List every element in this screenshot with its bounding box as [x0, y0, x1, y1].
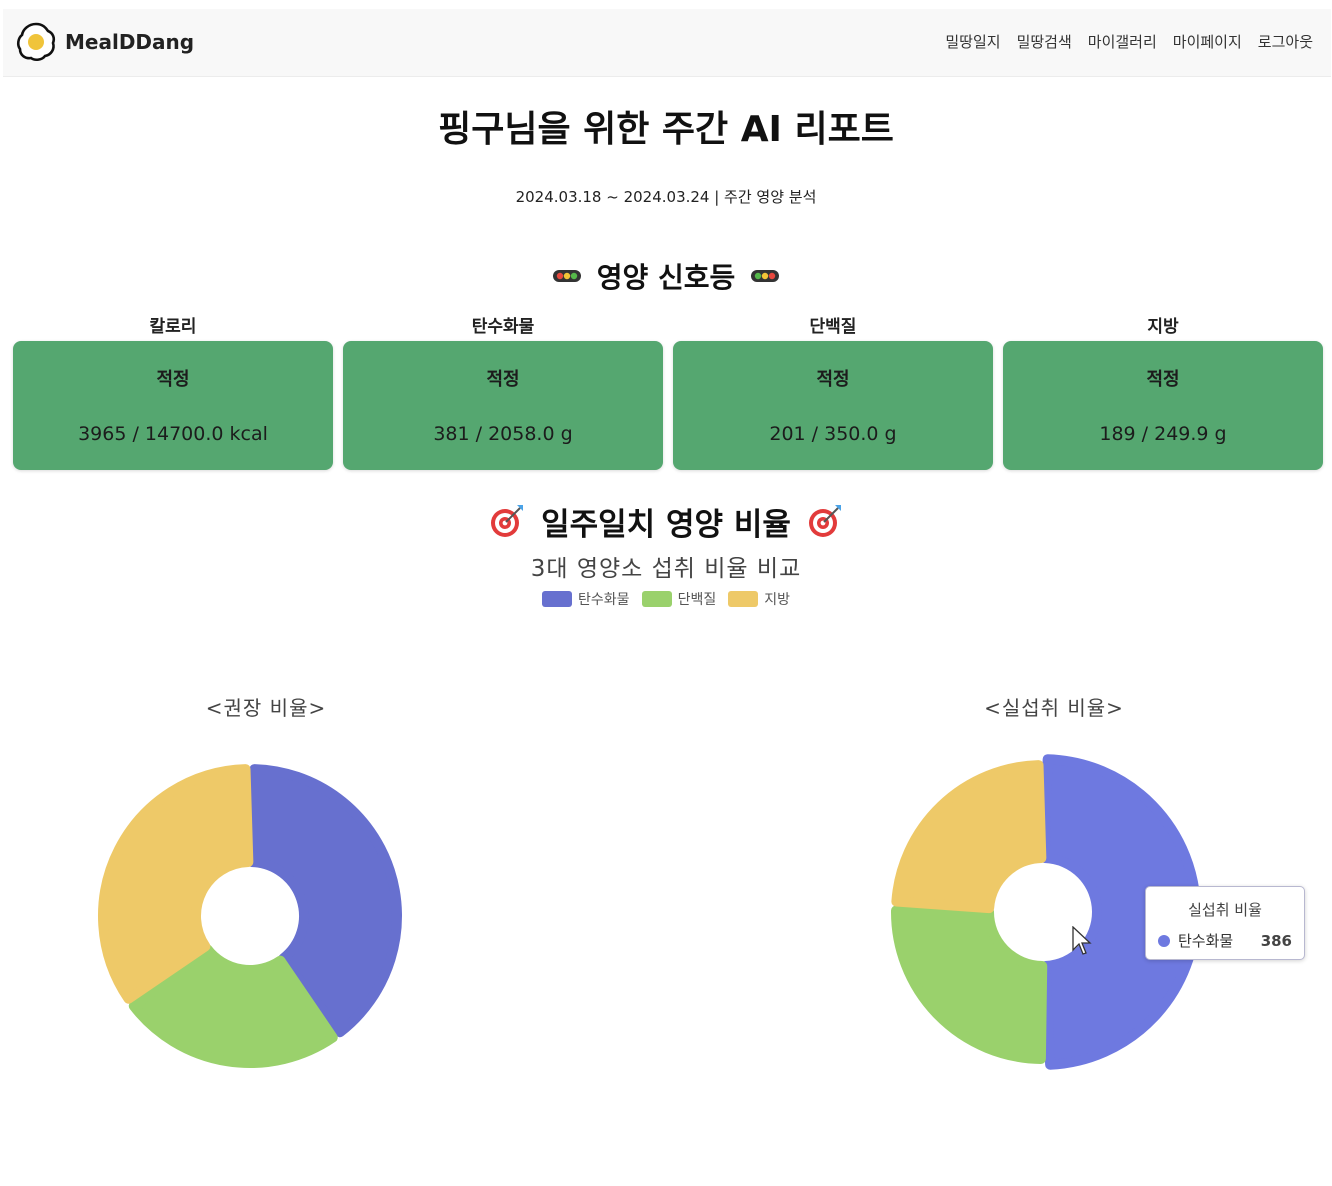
signal-card-protein: 단백질 적정 201 / 350.0 g: [673, 313, 993, 470]
card-value: 201 / 350.0 g: [769, 423, 897, 445]
fried-egg-icon: [16, 22, 56, 62]
card-label: 탄수화물: [471, 317, 535, 337]
traffic-light-icon: [552, 270, 581, 282]
legend-item-carb[interactable]: 탄수화물: [542, 589, 630, 609]
card-status: 적정: [156, 369, 190, 390]
target-dart-icon: [491, 505, 524, 537]
tooltip-value: 386: [1260, 931, 1292, 950]
tooltip-row: 탄수화물 386: [1158, 930, 1304, 951]
report-period: 2024.03.18 ~ 2024.03.24 | 주간 영양 분석: [515, 188, 817, 206]
card-status: 적정: [816, 369, 850, 390]
legend-swatch: [728, 591, 759, 607]
mouse-cursor-icon: [1072, 926, 1092, 955]
donut-chart-recommended: [98, 764, 402, 1068]
donut-slice-단백질[interactable]: [891, 905, 1048, 1064]
card-body: 적정 201 / 350.0 g: [673, 341, 993, 470]
tooltip-label: 탄수화물: [1178, 932, 1234, 950]
legend-swatch: [641, 591, 672, 607]
card-label: 단백질: [809, 317, 857, 337]
card-label: 칼로리: [149, 317, 197, 337]
card-status: 적정: [486, 369, 520, 390]
signal-card-calorie: 칼로리 적정 3965 / 14700.0 kcal: [13, 313, 333, 470]
donut-slice-지방[interactable]: [891, 760, 1047, 914]
signal-card-fat: 지방 적정 189 / 249.9 g: [1003, 313, 1323, 470]
card-status: 적정: [1146, 369, 1180, 390]
card-label: 지방: [1147, 317, 1179, 337]
chart-tooltip: 실섭취 비율 탄수화물 386: [1145, 886, 1305, 960]
legend-label: 탄수화물: [578, 592, 630, 608]
nav-menu: 밀땅일지 밀땅검색 마이갤러리 마이페이지 로그아웃: [929, 31, 1313, 52]
traffic-light-icon: [751, 270, 780, 282]
ratio-subtitle: 3대 영양소 섭취 비율 비교: [530, 556, 802, 582]
nav-item-gallery[interactable]: 마이갤러리: [1088, 31, 1157, 52]
ratio-section-header: 일주일치 영양 비율: [0, 500, 1332, 543]
chart-legend: 탄수화물 단백질 지방: [0, 589, 1332, 609]
card-body: 적정 189 / 249.9 g: [1003, 341, 1323, 470]
legend-label: 지방: [764, 592, 790, 608]
target-dart-icon: [808, 505, 841, 537]
nav-item-mypage[interactable]: 마이페이지: [1173, 31, 1242, 52]
card-body: 적정 3965 / 14700.0 kcal: [13, 341, 333, 470]
chart-title-actual: <실섭취 비율>: [984, 696, 1124, 720]
card-value: 189 / 249.9 g: [1099, 423, 1227, 445]
ratio-title: 일주일치 영양 비율: [541, 506, 791, 543]
nav-item-logout[interactable]: 로그아웃: [1258, 31, 1313, 52]
chart-title-recommended: <권장 비율>: [205, 696, 327, 720]
signal-section-header: 영양 신호등: [0, 256, 1332, 296]
tooltip-title: 실섭취 비율: [1188, 901, 1262, 919]
card-body: 적정 381 / 2058.0 g: [343, 341, 663, 470]
legend-item-protein[interactable]: 단백질: [641, 589, 717, 609]
top-navbar: MealDDang 밀땅일지 밀땅검색 마이갤러리 마이페이지 로그아웃: [3, 9, 1331, 77]
card-value: 3965 / 14700.0 kcal: [78, 423, 268, 445]
nav-item-diary[interactable]: 밀땅일지: [945, 31, 1000, 52]
legend-label: 단백질: [677, 592, 717, 608]
signal-card-carb: 탄수화물 적정 381 / 2058.0 g: [343, 313, 663, 470]
tooltip-dot: [1158, 934, 1170, 947]
legend-item-fat[interactable]: 지방: [728, 589, 790, 609]
brand-name: MealDDang: [65, 30, 195, 54]
brand-logo[interactable]: MealDDang: [15, 21, 194, 63]
signal-title: 영양 신호등: [596, 261, 736, 294]
card-value: 381 / 2058.0 g: [433, 423, 573, 445]
nav-item-search[interactable]: 밀땅검색: [1017, 31, 1072, 52]
page-title: 핑구님을 위한 주간 AI 리포트: [438, 109, 894, 150]
legend-swatch: [542, 591, 573, 607]
